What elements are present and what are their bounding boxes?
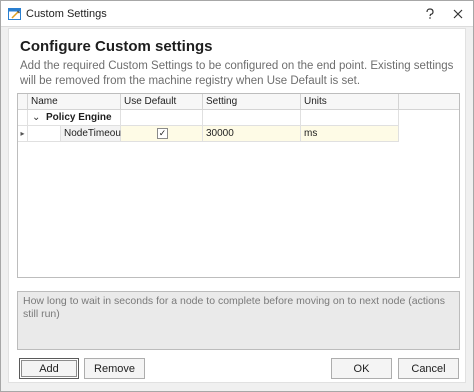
column-header-use-default[interactable]: Use Default	[121, 94, 203, 110]
chevron-down-icon[interactable]: ⌄	[32, 110, 42, 125]
column-header-name[interactable]: Name	[28, 94, 121, 110]
setting-name-cell: NodeTimeout	[61, 126, 124, 142]
ok-button[interactable]: OK	[331, 358, 392, 379]
table-row[interactable]: ▸ NodeTimeout ✓ 30000 ms	[18, 126, 459, 142]
settings-grid[interactable]: Name Use Default Setting Units ⌄ Policy E…	[17, 93, 460, 278]
custom-settings-window: Custom Settings Configure Custom setting…	[0, 0, 474, 392]
units-cell: ms	[301, 126, 399, 142]
remove-button[interactable]: Remove	[84, 358, 145, 379]
group-label: Policy Engine	[46, 112, 112, 123]
title-bar: Custom Settings	[1, 1, 473, 27]
help-description-box: How long to wait in seconds for a node t…	[17, 291, 460, 350]
grid-header: Name Use Default Setting Units	[18, 94, 459, 110]
dialog-content: Configure Custom settings Add the requir…	[8, 28, 466, 383]
close-icon[interactable]	[449, 5, 467, 23]
help-icon[interactable]	[421, 5, 439, 23]
row-selector	[18, 110, 28, 126]
use-default-checkbox[interactable]: ✓	[157, 128, 168, 139]
setting-value-cell[interactable]: 30000	[203, 126, 301, 142]
row-selector-header	[18, 94, 28, 110]
settings-app-icon	[8, 7, 22, 21]
group-cell	[203, 110, 301, 126]
group-toggle[interactable]: ⌄ Policy Engine	[28, 110, 121, 126]
group-row-policy-engine[interactable]: ⌄ Policy Engine	[18, 110, 459, 126]
row-pointer-icon[interactable]: ▸	[18, 126, 28, 142]
column-header-units[interactable]: Units	[301, 94, 399, 110]
window-title: Custom Settings	[26, 8, 107, 20]
group-cell	[301, 110, 399, 126]
column-header-setting[interactable]: Setting	[203, 94, 301, 110]
use-default-cell[interactable]: ✓	[121, 126, 203, 142]
indent-cell	[28, 126, 61, 142]
description-text: Add the required Custom Settings to be c…	[20, 60, 454, 87]
cancel-button[interactable]: Cancel	[398, 358, 459, 379]
add-button[interactable]: Add	[19, 358, 79, 379]
page-title: Configure Custom settings	[20, 38, 213, 55]
group-cell	[121, 110, 203, 126]
